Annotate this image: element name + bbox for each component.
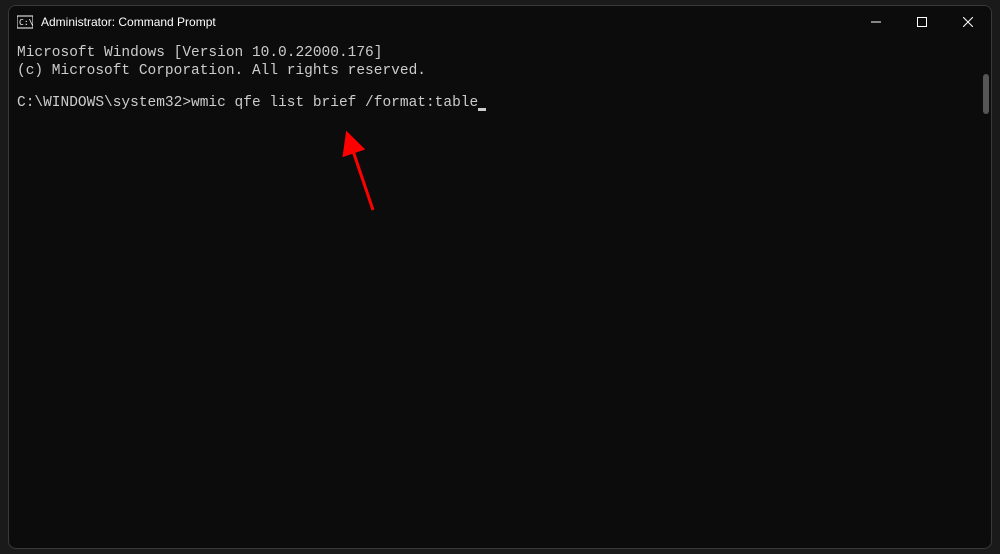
command-input[interactable]: wmic qfe list brief /format:table [191, 95, 478, 111]
window-controls [853, 6, 991, 38]
copyright-line: (c) Microsoft Corporation. All rights re… [17, 62, 983, 80]
command-prompt-window: C:\ Administrator: Command Prompt [8, 5, 992, 549]
maximize-button[interactable] [899, 6, 945, 38]
scrollbar-thumb[interactable] [983, 74, 989, 114]
window-title: Administrator: Command Prompt [41, 15, 853, 29]
titlebar[interactable]: C:\ Administrator: Command Prompt [9, 6, 991, 38]
cursor [478, 108, 486, 111]
svg-text:C:\: C:\ [19, 18, 33, 27]
prompt-path: C:\WINDOWS\system32> [17, 95, 191, 111]
prompt-line: C:\WINDOWS\system32>wmic qfe list brief … [17, 94, 983, 112]
terminal-content[interactable]: Microsoft Windows [Version 10.0.22000.17… [9, 38, 991, 548]
command-prompt-icon: C:\ [17, 14, 33, 30]
close-button[interactable] [945, 6, 991, 38]
minimize-button[interactable] [853, 6, 899, 38]
version-line: Microsoft Windows [Version 10.0.22000.17… [17, 44, 983, 62]
